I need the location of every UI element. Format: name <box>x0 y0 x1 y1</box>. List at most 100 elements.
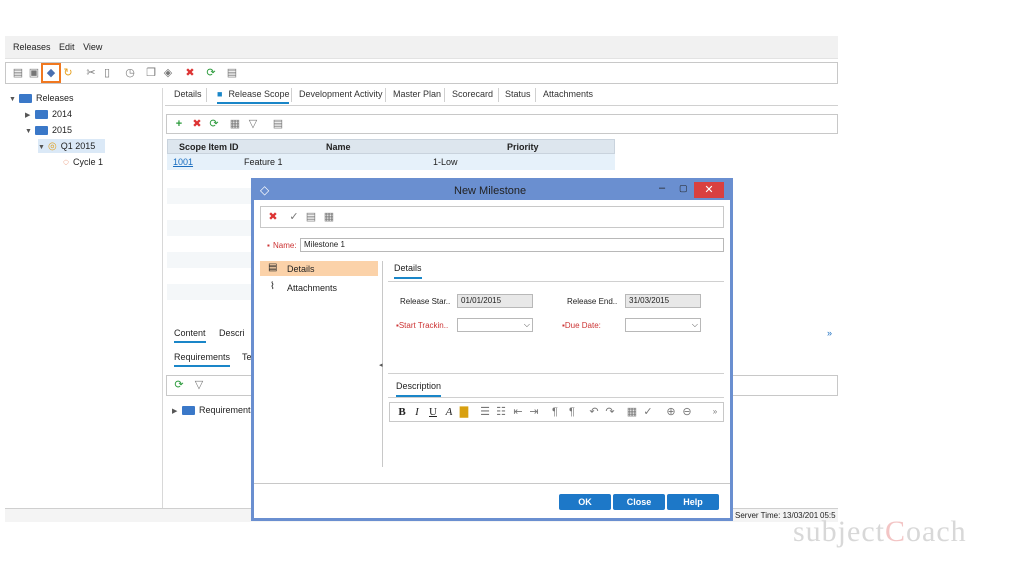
close-icon[interactable]: ✕ <box>694 182 724 198</box>
add-icon[interactable]: + <box>172 117 186 131</box>
spelling-options-icon[interactable]: ▦ <box>322 210 336 224</box>
chevron-down-icon: ⌵ <box>691 320 698 329</box>
notes-icon[interactable]: ▤ <box>271 117 285 131</box>
release-tree: ▼ Releases ▶ 2014 ▼ 2015 ▼ ◎ Q1 2015 ◌ Cycle 1 <box>5 88 163 508</box>
tab-description[interactable]: Description <box>396 381 442 397</box>
folder-icon <box>182 406 195 416</box>
collapse-arrow-icon[interactable]: ◂ <box>379 361 383 369</box>
release-start-field: 01/01/2015 <box>457 294 533 308</box>
ltr-icon[interactable]: ¶ <box>548 405 562 419</box>
start-tracking-label: ▪Start Trackin.. <box>396 321 449 330</box>
paste-icon[interactable]: ▯ <box>100 66 114 80</box>
rtl-icon[interactable]: ¶ <box>565 405 579 419</box>
tab-master-plan[interactable]: Master Plan <box>393 89 441 99</box>
close-button[interactable]: Close <box>613 494 665 510</box>
new-milestone-dialog: ◇ New Milestone – ▢ ✕ ✖ ✓ ▤ ▦ ▪ Name: Mi… <box>251 178 733 521</box>
cut-icon[interactable]: ✂ <box>84 66 98 80</box>
requirements-tree-item[interactable]: ▶ Requirements <box>172 403 255 417</box>
clock-icon[interactable]: ◷ <box>123 66 137 80</box>
spell-check-icon[interactable]: ✓ <box>641 405 655 419</box>
help-button[interactable]: Help <box>667 494 719 510</box>
dialog-title-bar: ◇ New Milestone – ▢ ✕ <box>254 181 730 200</box>
menu-releases[interactable]: Releases <box>13 42 51 52</box>
dialog-title: New Milestone <box>454 185 527 197</box>
notes-icon[interactable]: ▤ <box>225 66 239 80</box>
maximize-icon[interactable]: ▢ <box>679 183 688 194</box>
scope-item-id-link[interactable]: 1001 <box>173 157 193 167</box>
indent-icon[interactable]: ⇥ <box>527 405 541 419</box>
description-editor[interactable] <box>389 422 724 467</box>
numbered-list-icon[interactable]: ☷ <box>494 405 508 419</box>
undo-icon[interactable]: ↶ <box>587 405 601 419</box>
delete-icon[interactable]: ✖ <box>183 66 197 80</box>
ok-button[interactable]: OK <box>559 494 611 510</box>
tab-attachments[interactable]: Attachments <box>543 89 593 99</box>
tab-development-activity[interactable]: Development Activity <box>299 89 383 99</box>
nav-item-attachments[interactable]: ⌇ Attachments <box>260 280 378 295</box>
nav-item-details[interactable]: ▤ Details <box>260 261 378 276</box>
more-icon[interactable]: » <box>708 405 722 419</box>
copy-icon[interactable]: ❐ <box>144 66 158 80</box>
filter-icon[interactable]: ▽ <box>192 378 206 392</box>
start-tracking-select[interactable]: ⌵ <box>457 318 533 332</box>
refresh-icon[interactable]: ⟳ <box>204 66 218 80</box>
cycle-icon: ◌ <box>63 157 69 168</box>
table-row[interactable]: 1001 Feature 1 1-Low <box>167 154 615 170</box>
tree-node-2014[interactable]: ▶ 2014 <box>25 107 72 121</box>
release-start-label: Release Star.. <box>400 297 451 306</box>
tab-description[interactable]: Descri <box>219 328 245 338</box>
folder-icon <box>19 94 32 104</box>
redo-icon[interactable]: ↷ <box>603 405 617 419</box>
watermark-logo: subjectCoach <box>793 515 967 548</box>
release-folder-icon[interactable]: ▤ <box>11 66 25 80</box>
bold-icon[interactable]: B <box>395 405 409 419</box>
milestone-icon: ◇ <box>260 183 270 197</box>
refresh-cycle-icon[interactable]: ↻ <box>61 66 75 80</box>
name-field[interactable]: Milestone 1 <box>300 238 724 252</box>
columns-icon[interactable]: ▦ <box>228 117 242 131</box>
zoom-out-icon[interactable]: ⊖ <box>680 405 694 419</box>
column-header-priority[interactable]: Priority <box>507 142 539 152</box>
zoom-in-icon[interactable]: ⊕ <box>664 405 678 419</box>
release-cycle-icon: ◎ <box>48 141 57 152</box>
tab-content[interactable]: Content <box>174 328 206 343</box>
tree-node-cycle1[interactable]: ◌ Cycle 1 <box>63 155 103 169</box>
tab-scorecard[interactable]: Scorecard <box>452 89 493 99</box>
delete-icon[interactable]: ✖ <box>266 210 280 224</box>
filter-icon[interactable]: ▽ <box>246 117 260 131</box>
tab-requirements[interactable]: Requirements <box>174 352 231 367</box>
refresh-icon[interactable]: ⟳ <box>172 378 186 392</box>
expand-icon[interactable]: » <box>827 328 832 338</box>
tree-node-releases[interactable]: ▼ Releases <box>9 91 74 105</box>
italic-icon[interactable]: I <box>410 405 424 419</box>
release-end-field: 31/03/2015 <box>625 294 701 308</box>
tab-release-scope[interactable]: ■ Release Scope <box>217 89 290 104</box>
bullet-list-icon[interactable]: ☰ <box>478 405 492 419</box>
tab-details[interactable]: Details <box>394 263 422 279</box>
column-header-name[interactable]: Name <box>326 142 351 152</box>
tree-node-2015[interactable]: ▼ 2015 <box>25 123 72 137</box>
tab-status[interactable]: Status <box>505 89 531 99</box>
tab-details[interactable]: Details <box>174 89 202 99</box>
folder-icon <box>35 110 48 120</box>
paperclip-icon: ⌇ <box>270 281 275 292</box>
column-header-id[interactable]: Scope Item ID <box>179 142 239 152</box>
thesaurus-icon[interactable]: ▤ <box>304 210 318 224</box>
refresh-icon[interactable]: ⟳ <box>207 117 221 131</box>
menu-view[interactable]: View <box>83 42 102 52</box>
detail-tabs: Details ■ Release Scope Development Activ… <box>165 86 838 106</box>
dialog-toolbar: ✖ ✓ ▤ ▦ <box>260 206 724 228</box>
font-color-icon[interactable]: A <box>442 405 456 419</box>
underline-icon[interactable]: U <box>426 405 440 419</box>
outdent-icon[interactable]: ⇤ <box>511 405 525 419</box>
minimize-icon[interactable]: – <box>659 182 665 194</box>
tree-node-q1[interactable]: ▼ ◎ Q1 2015 <box>38 139 106 153</box>
delete-icon[interactable]: ✖ <box>190 117 204 131</box>
spell-check-icon[interactable]: ✓ <box>287 210 301 224</box>
highlight-icon[interactable]: ▇ <box>457 405 471 419</box>
due-date-select[interactable]: ⌵ <box>625 318 701 332</box>
tag-icon[interactable]: ◈ <box>161 66 175 80</box>
table-icon[interactable]: ▦ <box>625 405 639 419</box>
cycle-icon[interactable]: ▣ <box>27 66 41 80</box>
menu-edit[interactable]: Edit <box>59 42 75 52</box>
